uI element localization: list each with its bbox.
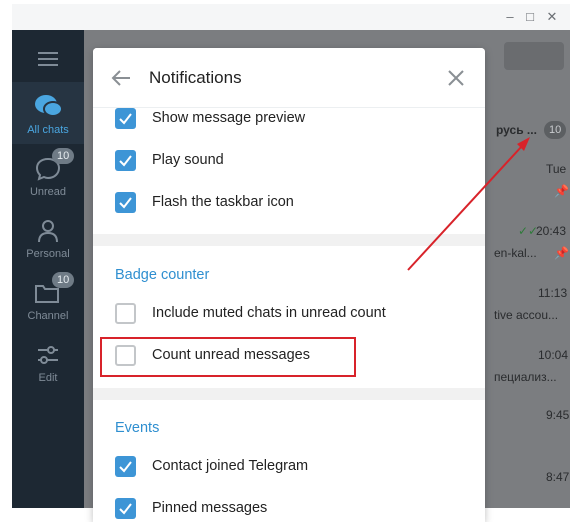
chat-time: 8:47 <box>546 470 570 484</box>
setting-label: Contact joined Telegram <box>152 458 309 474</box>
channel-badge: 10 <box>52 272 75 288</box>
sidebar-item-label: Unread <box>29 186 67 198</box>
setting-include-muted[interactable]: Include muted chats in unread count <box>93 293 485 335</box>
chat-snippet: tive accou... <box>494 308 559 322</box>
chat-time: 10:04 <box>538 348 569 362</box>
checkbox-checked[interactable] <box>115 150 136 171</box>
sidebar-item-label: Edit <box>38 372 58 384</box>
setting-pinned-messages[interactable]: Pinned messages <box>93 488 485 522</box>
section-divider <box>93 388 485 400</box>
setting-contact-joined[interactable]: Contact joined Telegram <box>93 446 485 488</box>
sidebar-item-edit[interactable]: Edit <box>12 330 84 392</box>
setting-label: Include muted chats in unread count <box>152 305 386 321</box>
chat-unread-badge: 10 <box>544 121 567 139</box>
minimize-icon[interactable]: – <box>500 8 520 26</box>
chat-snippet: en-kal... <box>494 246 537 260</box>
sidebar-item-unread[interactable]: 10 Unread <box>12 144 84 206</box>
sidebar-item-personal[interactable]: Personal <box>12 206 84 268</box>
pin-icon: 📌 <box>554 184 569 198</box>
annotation-highlight-box <box>100 337 356 377</box>
screenshot: – □ ✕ All chats 10 Unread Personal 10 Ch… <box>0 0 583 522</box>
unread-badge: 10 <box>52 148 75 164</box>
close-icon[interactable]: ✕ <box>542 8 562 26</box>
checkbox-unchecked[interactable] <box>115 303 136 324</box>
sidebar-item-label: Personal <box>26 248 70 260</box>
setting-play-sound[interactable]: Play sound <box>93 140 485 182</box>
person-icon <box>38 220 58 243</box>
chat-snippet: пециализ... <box>494 370 557 384</box>
dialog-title: Notifications <box>149 68 242 87</box>
events-heading: Events <box>115 420 160 436</box>
setting-flash-taskbar[interactable]: Flash the taskbar icon <box>93 182 485 224</box>
setting-label: Pinned messages <box>152 500 268 516</box>
setting-show-preview[interactable]: Show message preview <box>93 98 485 140</box>
close-icon[interactable] <box>445 67 467 89</box>
sidebar-item-all-chats[interactable]: All chats <box>12 82 84 144</box>
sliders-icon <box>38 346 58 364</box>
chat-time: Tue <box>546 162 567 176</box>
sidebar-item-label: All chats <box>27 124 69 136</box>
pin-icon: 📌 <box>554 246 569 260</box>
badge-counter-heading: Badge counter <box>115 267 210 283</box>
chat-time: 20:43 <box>536 224 567 238</box>
sidebar-item-label: Channel <box>27 310 69 322</box>
setting-label: Play sound <box>152 152 224 168</box>
sidebar-item-channel[interactable]: 10 Channel <box>12 268 84 330</box>
checkbox-checked[interactable] <box>115 498 136 519</box>
chat-time: 9:45 <box>546 408 570 422</box>
title-bar: – □ ✕ <box>12 4 570 30</box>
back-arrow-icon[interactable] <box>109 66 133 90</box>
setting-label: Flash the taskbar icon <box>152 194 294 210</box>
section-divider <box>93 234 485 246</box>
checkbox-checked[interactable] <box>115 192 136 213</box>
checkbox-checked[interactable] <box>115 456 136 477</box>
maximize-icon[interactable]: □ <box>520 8 540 26</box>
chats-icon <box>35 95 63 117</box>
chat-title-fragment: русь ... <box>496 123 537 137</box>
setting-label: Show message preview <box>152 110 306 126</box>
checkbox-checked[interactable] <box>115 108 136 129</box>
chat-time: 11:13 <box>538 286 568 300</box>
menu-icon[interactable] <box>38 52 58 66</box>
search-input[interactable] <box>504 42 564 70</box>
notifications-dialog: Notifications Show message preview Play … <box>93 48 485 522</box>
folders-sidebar: All chats 10 Unread Personal 10 Channel … <box>12 30 84 508</box>
